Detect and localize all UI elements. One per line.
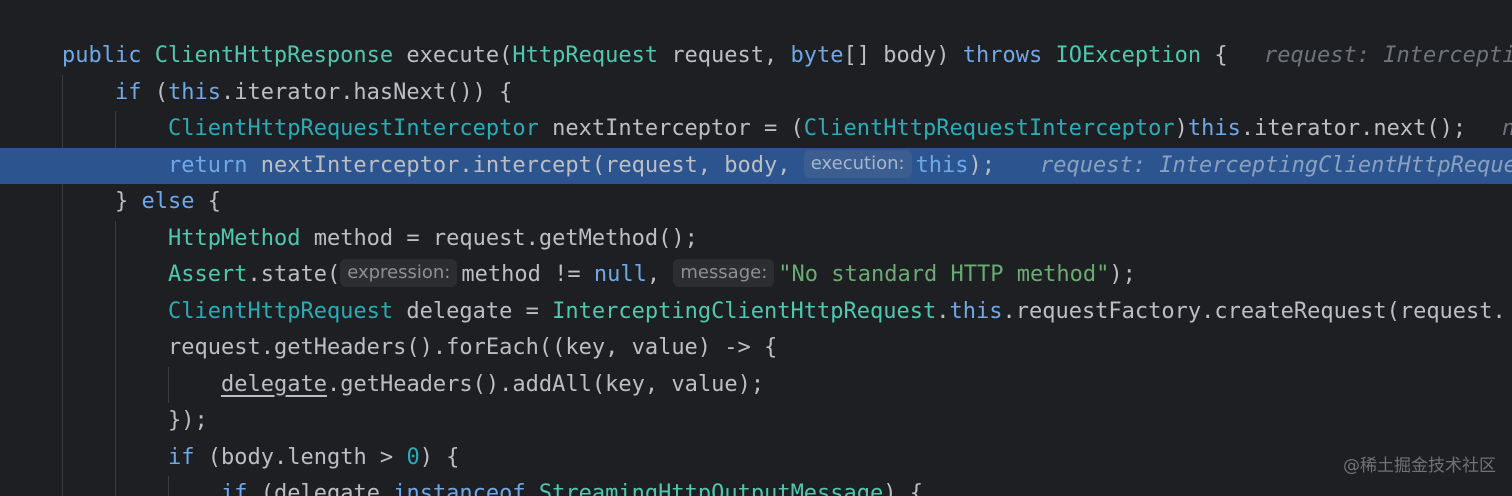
code-text: if (body.length > 0) { — [168, 444, 460, 470]
code-text: }); — [168, 408, 208, 433]
inlay-value-hint: n — [1502, 111, 1512, 148]
indent-guide — [62, 74, 63, 111]
indent-guide — [115, 330, 116, 367]
code-line[interactable]: }); — [0, 403, 1512, 440]
current-execution-line[interactable]: return nextInterceptor.intercept(request… — [0, 147, 1512, 185]
code-line[interactable]: if (delegate instanceof StreamingHttpOut… — [0, 476, 1512, 496]
indent-guide — [62, 439, 63, 476]
code-text: Assert.state(expression: method != null, … — [168, 257, 1136, 294]
inlay-value-hint: request: Intercepti — [1264, 43, 1512, 68]
code-line[interactable]: delegate.getHeaders().addAll(key, value)… — [0, 366, 1512, 403]
indent-guide — [115, 366, 116, 403]
code-line[interactable]: request.getHeaders().forEach((key, value… — [0, 330, 1512, 367]
indent-guide — [115, 257, 116, 294]
indent-guide — [115, 439, 116, 476]
indent-guide — [62, 403, 63, 440]
code-text: request.getHeaders().forEach((key, value… — [168, 335, 778, 360]
indent-guide — [168, 366, 169, 403]
code-line[interactable]: HttpMethod method = request.getMethod(); — [0, 220, 1512, 257]
code-line[interactable]: if (this.iterator.hasNext()) { — [0, 74, 1512, 111]
code-line[interactable]: ClientHttpRequestInterceptor nextInterce… — [0, 111, 1512, 148]
indent-guide — [62, 111, 63, 148]
code-text: HttpMethod method = request.getMethod(); — [168, 225, 698, 251]
code-text: delegate.getHeaders().addAll(key, value)… — [221, 371, 765, 397]
watermark: @稀土掘金技术社区 — [1343, 456, 1496, 476]
parameter-hint: expression: — [340, 259, 458, 287]
code-text: ClientHttpRequest delegate = Interceptin… — [168, 298, 1506, 324]
indent-guide — [115, 403, 116, 440]
code-text: public ClientHttpResponse execute(HttpRe… — [62, 43, 1228, 68]
code-line[interactable]: ClientHttpRequest delegate = Interceptin… — [0, 293, 1512, 330]
indent-guide — [115, 220, 116, 257]
variable-reference: delegate — [221, 371, 327, 397]
indent-guide — [62, 220, 63, 257]
parameter-hint: execution: — [803, 149, 912, 178]
indent-guide — [62, 366, 63, 403]
indent-guide — [168, 476, 169, 496]
indent-guide — [62, 257, 63, 294]
indent-guide — [115, 293, 116, 330]
indent-guide — [62, 184, 63, 221]
inlay-value-hint: request: InterceptingClientHttpReque — [1040, 152, 1512, 178]
code-text: if (delegate instanceof StreamingHttpOut… — [221, 481, 924, 496]
code-line[interactable]: if (body.length > 0) { — [0, 439, 1512, 476]
indent-guide — [115, 111, 116, 148]
code-editor[interactable]: public ClientHttpResponse execute(HttpRe… — [0, 0, 1512, 496]
code-line[interactable]: public ClientHttpResponse execute(HttpRe… — [0, 38, 1512, 75]
code-line[interactable]: Assert.state(expression: method != null, … — [0, 257, 1512, 294]
code-text: } else { — [115, 189, 221, 214]
indent-guide — [62, 330, 63, 367]
indent-guide — [62, 293, 63, 330]
code-text: return nextInterceptor.intercept(request… — [168, 148, 995, 185]
parameter-hint: message: — [673, 259, 775, 287]
code-text: ClientHttpRequestInterceptor nextInterce… — [168, 116, 1467, 141]
code-line[interactable]: } else { — [0, 184, 1512, 221]
indent-guide — [115, 476, 116, 496]
indent-guide — [62, 476, 63, 496]
code-text: if (this.iterator.hasNext()) { — [115, 79, 513, 105]
